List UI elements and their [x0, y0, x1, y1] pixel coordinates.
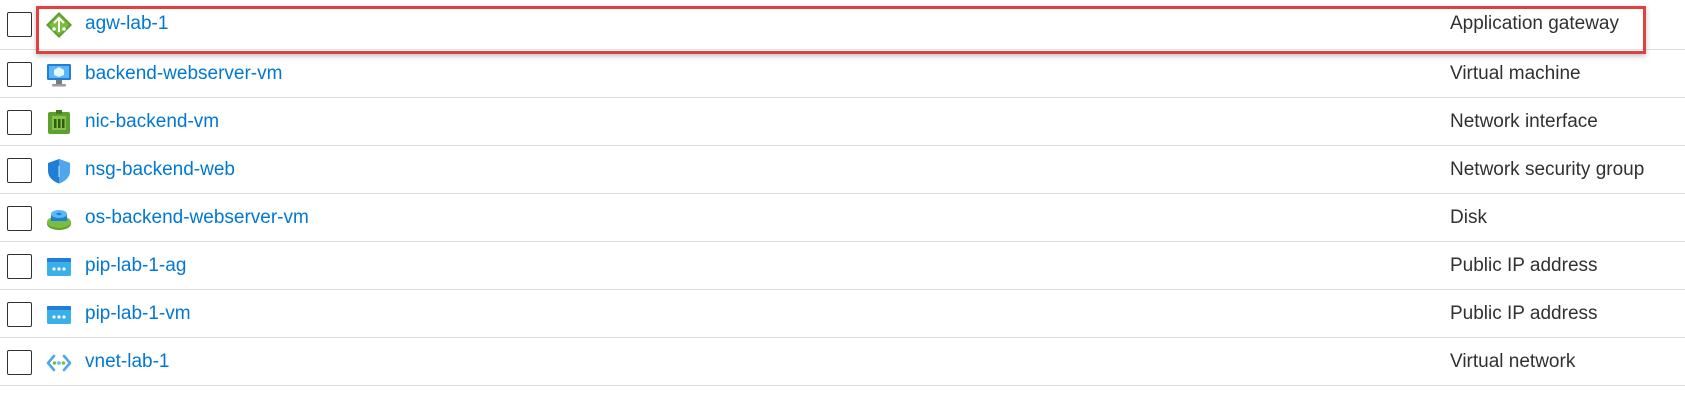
row-checkbox[interactable]: [7, 350, 32, 375]
virtual-machine-icon: [45, 61, 73, 89]
virtual-network-icon: [45, 349, 73, 377]
resource-type: Public IP address: [1450, 303, 1598, 324]
resource-name-link[interactable]: pip-lab-1-vm: [85, 303, 191, 325]
resource-type: Network interface: [1450, 111, 1598, 132]
resource-name-link[interactable]: pip-lab-1-ag: [85, 255, 186, 277]
row-checkbox[interactable]: [7, 254, 32, 279]
application-gateway-icon: [45, 11, 73, 39]
list-item: pip-lab-1-vm Public IP address: [0, 290, 1685, 338]
public-ip-icon: [45, 301, 73, 329]
resource-type: Network security group: [1450, 159, 1645, 180]
list-item: vnet-lab-1 Virtual network: [0, 338, 1685, 386]
resource-name-link[interactable]: os-backend-webserver-vm: [85, 207, 309, 229]
list-item: nsg-backend-web Network security group: [0, 146, 1685, 194]
row-checkbox[interactable]: [7, 12, 32, 37]
resource-type: Public IP address: [1450, 255, 1598, 276]
public-ip-icon: [45, 253, 73, 281]
row-checkbox[interactable]: [7, 206, 32, 231]
row-checkbox[interactable]: [7, 158, 32, 183]
list-item: pip-lab-1-ag Public IP address: [0, 242, 1685, 290]
resource-list: agw-lab-1 Application gateway backend-we…: [0, 0, 1685, 386]
resource-name-link[interactable]: nsg-backend-web: [85, 159, 235, 181]
list-item: nic-backend-vm Network interface: [0, 98, 1685, 146]
row-checkbox[interactable]: [7, 110, 32, 135]
list-item: os-backend-webserver-vm Disk: [0, 194, 1685, 242]
disk-icon: [45, 205, 73, 233]
resource-type: Application gateway: [1450, 13, 1619, 34]
resource-name-link[interactable]: agw-lab-1: [85, 13, 168, 35]
resource-name-link[interactable]: nic-backend-vm: [85, 111, 219, 133]
list-item: backend-webserver-vm Virtual machine: [0, 50, 1685, 98]
resource-type: Virtual machine: [1450, 63, 1581, 84]
network-security-group-icon: [45, 157, 73, 185]
row-checkbox[interactable]: [7, 62, 32, 87]
network-interface-icon: [45, 109, 73, 137]
resource-name-link[interactable]: backend-webserver-vm: [85, 63, 282, 85]
list-item: agw-lab-1 Application gateway: [0, 0, 1685, 50]
resource-name-link[interactable]: vnet-lab-1: [85, 351, 170, 373]
resource-type: Disk: [1450, 207, 1487, 228]
row-checkbox[interactable]: [7, 302, 32, 327]
resource-type: Virtual network: [1450, 351, 1576, 372]
